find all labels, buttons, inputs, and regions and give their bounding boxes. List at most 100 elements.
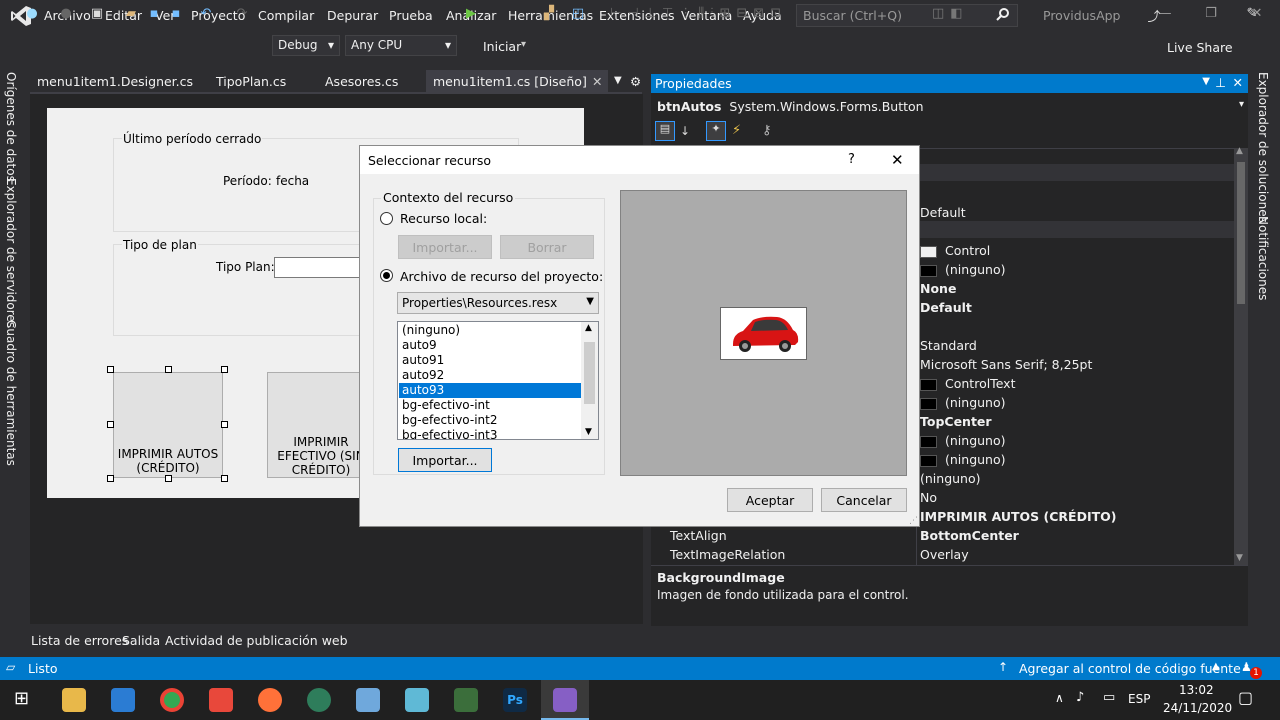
scrollbar-thumb[interactable] bbox=[584, 342, 595, 404]
restore-icon[interactable]: ❐ bbox=[1196, 6, 1226, 26]
radio-local-resource[interactable] bbox=[380, 212, 393, 225]
prop-value[interactable]: No bbox=[920, 490, 937, 505]
outlook-icon[interactable] bbox=[111, 688, 135, 712]
platform-select[interactable]: Any CPU ▾ bbox=[345, 35, 457, 56]
resize-handle[interactable] bbox=[221, 421, 228, 428]
resource-list-item[interactable]: (ninguno) bbox=[399, 323, 581, 338]
photoshop-icon[interactable]: Ps bbox=[503, 688, 527, 712]
new-project-icon[interactable]: ▣ bbox=[88, 6, 106, 24]
forward-icon[interactable]: ● bbox=[58, 6, 74, 24]
menu-compilar[interactable]: Compilar bbox=[258, 8, 314, 23]
prop-value[interactable]: None bbox=[920, 281, 956, 296]
resource-list[interactable]: (ninguno) auto9 auto91 auto92 auto93 bg-efect… bbox=[397, 321, 599, 440]
cancelar-button[interactable]: Cancelar bbox=[821, 488, 907, 512]
live-share-button[interactable]: Live Share bbox=[1167, 40, 1233, 55]
resource-list-item[interactable]: bg-efectivo-int3 bbox=[399, 428, 581, 439]
tab-list-icon[interactable]: ▼ bbox=[614, 75, 622, 86]
cube-app-icon[interactable] bbox=[356, 688, 380, 712]
undo-icon[interactable]: ↶ bbox=[198, 6, 214, 24]
start-button[interactable]: Iniciar bbox=[483, 39, 521, 54]
gear-icon[interactable]: ⚙ bbox=[630, 74, 641, 89]
tab-error-list[interactable]: Lista de errores bbox=[31, 633, 128, 648]
prop-value[interactable]: Standard bbox=[920, 338, 977, 353]
language-indicator[interactable]: ESP bbox=[1128, 692, 1150, 706]
chevron-up-icon[interactable]: ∧ bbox=[1055, 691, 1064, 705]
save-all-icon[interactable]: ▪ bbox=[168, 6, 184, 24]
pin-icon[interactable]: ⊥ bbox=[1215, 75, 1226, 90]
scroll-down-icon[interactable]: ▼ bbox=[585, 427, 592, 437]
redo-icon[interactable]: ↷ bbox=[234, 6, 250, 24]
properties-scrollbar[interactable]: ▲ ▼ bbox=[1234, 146, 1248, 565]
btn-autos[interactable]: IMPRIMIR AUTOS (CRÉDITO) bbox=[113, 372, 223, 478]
resize-handle[interactable] bbox=[107, 366, 114, 373]
rail-data-sources[interactable]: Orígenes de datos bbox=[4, 72, 18, 182]
prop-value[interactable]: Overlay bbox=[920, 547, 969, 562]
scroll-down-icon[interactable]: ▼ bbox=[1236, 553, 1243, 563]
radio-project-resource[interactable] bbox=[380, 269, 393, 282]
menu-depurar[interactable]: Depurar bbox=[327, 8, 378, 23]
resize-handle[interactable] bbox=[221, 366, 228, 373]
speaker-icon[interactable]: ♪ bbox=[1076, 690, 1084, 705]
rail-solution-explorer[interactable]: Explorador de soluciones bbox=[1256, 72, 1270, 223]
borrar-button[interactable]: Borrar bbox=[500, 235, 594, 259]
resize-handle[interactable] bbox=[107, 475, 114, 482]
prop-value[interactable]: (ninguno) bbox=[920, 471, 981, 486]
prop-value[interactable]: BottomCenter bbox=[920, 528, 1019, 543]
resize-grip-icon[interactable]: ⋰ bbox=[909, 516, 918, 526]
save-icon[interactable]: ▪ bbox=[146, 6, 162, 24]
prop-name-textimagerelation[interactable]: TextImageRelation bbox=[670, 547, 785, 562]
prop-value[interactable]: (ninguno) bbox=[920, 262, 1006, 277]
radio-project-label[interactable]: Archivo de recurso del proyecto: bbox=[400, 269, 603, 284]
resource-list-item[interactable]: auto93 bbox=[399, 383, 581, 398]
resize-handle[interactable] bbox=[165, 366, 172, 373]
rail-server-explorer[interactable]: Explorador de servidores bbox=[4, 178, 18, 328]
tab-publish-activity[interactable]: Actividad de publicación web bbox=[165, 633, 348, 648]
scroll-up-icon[interactable]: ▲ bbox=[1236, 146, 1243, 156]
live-share-icon[interactable]: ⤴ bbox=[1147, 6, 1161, 25]
prop-value[interactable]: Microsoft Sans Serif; 8,25pt bbox=[920, 357, 1092, 372]
resource-list-item[interactable]: auto9 bbox=[399, 338, 581, 353]
open-folder-icon[interactable]: ▰ bbox=[122, 6, 140, 24]
properties-icon[interactable]: ✦ bbox=[706, 121, 726, 141]
tab-design[interactable]: menu1item1.cs [Diseño] bbox=[433, 74, 587, 89]
browser-link-icon[interactable]: ▞ bbox=[541, 6, 557, 24]
scrollbar-thumb[interactable] bbox=[1237, 162, 1245, 304]
file-explorer-icon[interactable] bbox=[62, 688, 86, 712]
prop-value[interactable]: ControlText bbox=[920, 376, 1015, 391]
firefox-icon[interactable] bbox=[258, 688, 282, 712]
resource-file-select[interactable]: Properties\Resources.resx ▼ bbox=[397, 292, 599, 314]
events-icon[interactable]: ⚡ bbox=[732, 123, 741, 138]
tab-tipoplan[interactable]: TipoPlan.cs bbox=[216, 74, 286, 89]
tab-output[interactable]: Salida bbox=[122, 633, 160, 648]
windows-start-icon[interactable]: ⊞ bbox=[14, 688, 29, 709]
configuration-select[interactable]: Debug ▾ bbox=[272, 35, 340, 56]
property-pages-icon[interactable]: ⚷ bbox=[762, 123, 772, 138]
source-control-button[interactable]: Agregar al control de código fuente bbox=[1019, 661, 1241, 676]
tab-asesores[interactable]: Asesores.cs bbox=[325, 74, 398, 89]
feedback-icon[interactable]: ✎ bbox=[1243, 6, 1261, 24]
prop-value[interactable]: Control bbox=[920, 243, 990, 258]
help-button[interactable]: ? bbox=[848, 152, 855, 167]
prop-value[interactable]: Default bbox=[920, 205, 966, 220]
prop-value[interactable]: Default bbox=[920, 300, 972, 315]
chrome-icon[interactable] bbox=[160, 688, 184, 712]
prop-value[interactable]: (ninguno) bbox=[920, 433, 1006, 448]
visual-studio-icon[interactable] bbox=[553, 688, 577, 712]
radio-local-label[interactable]: Recurso local: bbox=[400, 211, 487, 226]
resize-handle[interactable] bbox=[107, 421, 114, 428]
rail-notifications[interactable]: Notificaciones bbox=[1256, 216, 1270, 300]
menu-prueba[interactable]: Prueba bbox=[389, 8, 433, 23]
resource-list-item[interactable]: bg-efectivo-int bbox=[399, 398, 581, 413]
prop-name-textalign[interactable]: TextAlign bbox=[670, 528, 727, 543]
prop-value[interactable]: IMPRIMIR AUTOS (CRÉDITO) bbox=[920, 509, 1116, 524]
back-icon[interactable]: ● bbox=[24, 6, 40, 24]
keyboard-icon[interactable]: ▭ bbox=[1103, 690, 1115, 705]
resize-handle[interactable] bbox=[221, 475, 228, 482]
prop-value[interactable]: TopCenter bbox=[920, 414, 992, 429]
atom-icon[interactable] bbox=[307, 688, 331, 712]
list-scrollbar[interactable]: ▲ ▼ bbox=[581, 322, 598, 439]
object-selector[interactable]: btnAutos System.Windows.Forms.Button ▾ bbox=[651, 95, 1248, 115]
alphabetical-icon[interactable]: ↓ bbox=[680, 124, 690, 138]
tab-designer-cs[interactable]: menu1item1.Designer.cs bbox=[37, 74, 193, 89]
resource-list-item[interactable]: auto92 bbox=[399, 368, 581, 383]
